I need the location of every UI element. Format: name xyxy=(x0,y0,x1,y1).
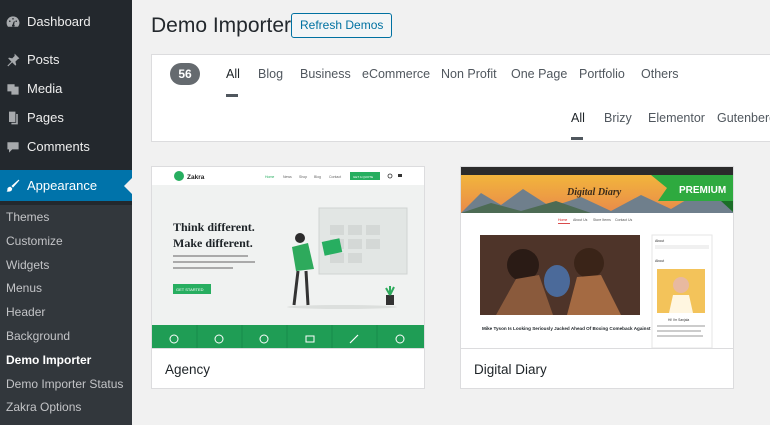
menu-item-media[interactable]: Media xyxy=(0,74,62,103)
builder-active-indicator xyxy=(571,137,583,140)
menu-label-appearance: Appearance xyxy=(27,178,98,193)
premium-badge: PREMIUM xyxy=(679,185,726,196)
appearance-submenu: Themes Customize Widgets Menus Header Ba… xyxy=(0,205,132,425)
svg-text:News: News xyxy=(283,175,292,179)
svg-text:Contact Us: Contact Us xyxy=(615,218,633,222)
svg-text:About: About xyxy=(655,259,664,263)
svg-text:About: About xyxy=(655,239,664,243)
demo-title-agency: Agency xyxy=(165,362,211,377)
demo-count-badge: 56 xyxy=(170,63,200,85)
tab-builder-all[interactable]: All xyxy=(571,111,585,125)
svg-text:Home: Home xyxy=(558,218,567,222)
demo-title-digital-diary: Digital Diary xyxy=(474,362,547,377)
menu-label-dashboard: Dashboard xyxy=(27,14,91,29)
svg-text:Blog: Blog xyxy=(314,175,321,179)
media-icon xyxy=(4,80,22,98)
tab-builder-gutenberg[interactable]: Gutenberg xyxy=(717,111,770,125)
demo-card-digital-diary[interactable]: Digital Diary Home About Us Store Items … xyxy=(460,166,734,389)
svg-text:GET A QUOTE: GET A QUOTE xyxy=(353,175,373,179)
dashboard-icon xyxy=(4,13,22,31)
submenu-demo-importer-status[interactable]: Demo Importer Status xyxy=(0,372,132,396)
main-content: Demo Importer Refresh Demos 56 All Blog … xyxy=(132,0,770,425)
page-title: Demo Importer xyxy=(151,14,292,37)
submenu-demo-importer[interactable]: Demo Importer xyxy=(0,348,132,372)
submenu-header[interactable]: Header xyxy=(0,300,132,324)
menu-label-comments: Comments xyxy=(27,139,90,154)
tab-category-non-profit[interactable]: Non Profit xyxy=(441,67,497,81)
submenu-themes[interactable]: Themes xyxy=(0,205,132,229)
preview-headline-2: Make different. xyxy=(173,236,253,250)
tab-category-all[interactable]: All xyxy=(226,67,240,81)
svg-text:GET STARTED: GET STARTED xyxy=(176,287,204,292)
tab-category-ecommerce[interactable]: eCommerce xyxy=(362,67,430,81)
pin-icon xyxy=(4,51,22,69)
pages-icon xyxy=(4,109,22,127)
submenu-zakra-options[interactable]: Zakra Options xyxy=(0,395,132,419)
menu-label-media: Media xyxy=(27,81,63,96)
demo-card-agency[interactable]: Zakra Home News Shop Blog Contact GET A … xyxy=(151,166,425,389)
menu-item-pages[interactable]: Pages xyxy=(0,103,64,132)
menu-label-posts: Posts xyxy=(27,52,60,67)
paintbrush-icon xyxy=(4,177,22,195)
menu-item-appearance[interactable]: Appearance xyxy=(0,170,132,201)
refresh-demos-button[interactable]: Refresh Demos xyxy=(291,13,393,38)
svg-text:Shop: Shop xyxy=(299,175,307,179)
preview-post-title: Mike Tyson Is Looking Seriously Jacked A… xyxy=(482,326,681,331)
svg-text:Contact: Contact xyxy=(329,175,341,179)
tab-category-portfolio[interactable]: Portfolio xyxy=(579,67,625,81)
admin-sidebar: Dashboard Posts Media Pages Comments App… xyxy=(0,0,132,425)
filter-panel: 56 All Blog Business eCommerce Non Profi… xyxy=(151,54,770,142)
tab-builder-brizy[interactable]: Brizy xyxy=(604,111,632,125)
submenu-widgets[interactable]: Widgets xyxy=(0,253,132,277)
tab-builder-elementor[interactable]: Elementor xyxy=(648,111,705,125)
svg-text:Hi! I'm Sanjala: Hi! I'm Sanjala xyxy=(668,318,689,322)
preview-site-title: Digital Diary xyxy=(566,187,622,198)
preview-logo: Zakra xyxy=(187,174,205,181)
menu-item-posts[interactable]: Posts xyxy=(0,45,60,74)
comment-icon xyxy=(4,138,22,156)
menu-label-pages: Pages xyxy=(27,110,64,125)
demo-thumbnail-digital-diary: Digital Diary Home About Us Store Items … xyxy=(461,167,733,348)
svg-text:About Us: About Us xyxy=(573,218,588,222)
category-active-indicator xyxy=(226,94,238,97)
svg-text:Store Items: Store Items xyxy=(593,218,611,222)
submenu-background[interactable]: Background xyxy=(0,324,132,348)
tab-category-one-page[interactable]: One Page xyxy=(511,67,567,81)
tab-category-others[interactable]: Others xyxy=(641,67,679,81)
svg-text:Home: Home xyxy=(265,175,274,179)
menu-item-dashboard[interactable]: Dashboard xyxy=(0,7,91,36)
tab-category-business[interactable]: Business xyxy=(300,67,351,81)
submenu-menus[interactable]: Menus xyxy=(0,276,132,300)
submenu-customize[interactable]: Customize xyxy=(0,229,132,253)
tab-category-blog[interactable]: Blog xyxy=(258,67,283,81)
preview-headline-1: Think different. xyxy=(173,220,255,234)
demo-thumbnail-agency: Zakra Home News Shop Blog Contact GET A … xyxy=(152,167,424,348)
menu-item-comments[interactable]: Comments xyxy=(0,132,90,161)
